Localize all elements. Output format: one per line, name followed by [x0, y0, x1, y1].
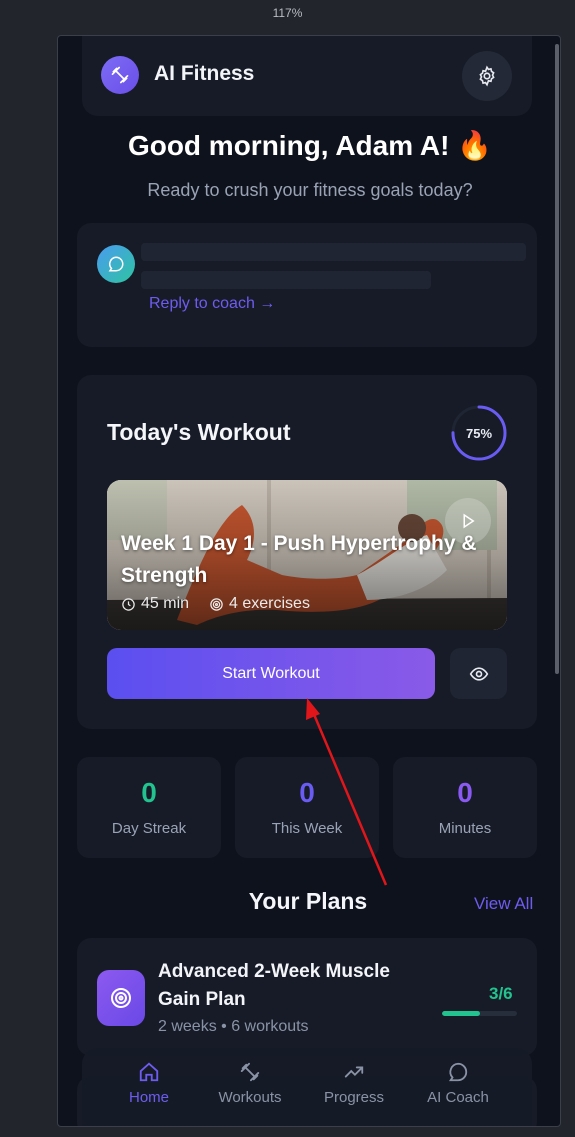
app-title: AI Fitness [154, 62, 255, 85]
target-icon [97, 970, 145, 1026]
dumbbell-logo-icon [101, 56, 139, 94]
view-all-plans-link[interactable]: View All [474, 894, 533, 914]
plan-progress-fill [442, 1011, 480, 1016]
stat-day-streak: 0 Day Streak [77, 757, 221, 858]
stat-label: Minutes [438, 820, 492, 837]
message-skeleton-line [141, 271, 431, 289]
coach-avatar [97, 245, 135, 283]
coach-message-card: Reply to coach → [77, 223, 537, 347]
nav-item-workouts[interactable]: Workouts [200, 1060, 300, 1106]
nav-label: Home [128, 1089, 169, 1106]
plan-name: Advanced 2-Week Muscle Gain Plan [158, 961, 390, 1010]
gear-icon [479, 65, 495, 87]
stat-label: This Week [271, 820, 343, 837]
eye-icon [469, 666, 488, 681]
chat-bubble-icon [108, 256, 124, 272]
nav-label: Progress [323, 1089, 385, 1106]
todays-workout-heading: Today's Workout [107, 419, 291, 445]
workout-meta: 45 min 4 exercises [121, 595, 324, 613]
nav-item-progress[interactable]: Progress [304, 1060, 404, 1106]
stat-value: 0 [457, 777, 473, 808]
workout-exercise-count: 4 exercises [229, 595, 310, 612]
stat-value: 0 [299, 777, 315, 808]
trend-up-icon [342, 1060, 366, 1084]
plan-progress-bar [442, 1011, 517, 1016]
preview-workout-button[interactable] [450, 648, 507, 699]
todays-workout-card: Today's Workout 75% Week 1 Day 1 - Push … [77, 375, 537, 729]
stat-value: 0 [141, 777, 157, 808]
nav-label: Workouts [218, 1089, 282, 1106]
settings-button[interactable] [462, 51, 512, 101]
bottom-navigation: Home Workouts Progress AI Coach [82, 1048, 532, 1126]
target-icon [210, 597, 223, 611]
plan-progress-count: 3/6 [489, 984, 513, 1003]
workout-progress-ring: 75% [449, 403, 509, 463]
plan-meta: 2 weeks • 6 workouts [158, 1018, 309, 1035]
stat-label: Day Streak [111, 820, 187, 837]
plan-card[interactable]: Advanced 2-Week Muscle Gain Plan 2 weeks… [77, 938, 537, 1056]
nav-label: AI Coach [427, 1089, 489, 1106]
app-header: AI Fitness [82, 36, 532, 116]
message-skeleton-line [141, 243, 526, 261]
nav-item-ai-coach[interactable]: AI Coach [408, 1060, 508, 1106]
start-workout-button[interactable]: Start Workout [107, 648, 435, 699]
nav-item-home[interactable]: Home [99, 1060, 199, 1106]
home-icon [137, 1060, 161, 1084]
zoom-level: 117% [272, 6, 303, 20]
workout-progress-label: 75% [465, 425, 493, 441]
stat-this-week: 0 This Week [235, 757, 379, 858]
app-viewport: AI Fitness Good morning, Adam A! 🔥 Ready… [57, 35, 561, 1127]
workout-cover-image[interactable]: Week 1 Day 1 - Push Hypertrophy & Streng… [107, 480, 507, 630]
greeting-subtitle: Ready to crush your fitness goals today? [147, 180, 473, 200]
workout-name: Week 1 Day 1 - Push Hypertrophy & Streng… [121, 532, 477, 587]
workout-duration: 45 min [141, 595, 190, 612]
stat-minutes: 0 Minutes [393, 757, 537, 858]
clock-icon [122, 597, 135, 611]
reply-to-coach-link[interactable]: Reply to coach → [149, 295, 275, 313]
chat-bubble-icon [446, 1060, 470, 1084]
greeting-title: Good morning, Adam A! 🔥 [127, 130, 493, 161]
dumbbell-icon [238, 1060, 262, 1084]
